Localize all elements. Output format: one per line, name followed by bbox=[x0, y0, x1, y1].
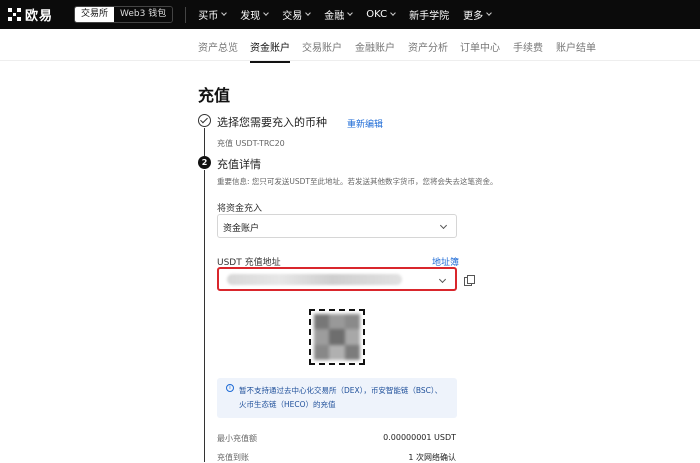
chevron-down-icon bbox=[263, 10, 270, 16]
top-navbar: 欧易 交易所 Web3 钱包 买币 发现 交易 金融 OKC 新手学院 更多 bbox=[0, 0, 700, 29]
logo-mark-icon bbox=[8, 8, 21, 21]
chevron-down-icon bbox=[347, 10, 354, 16]
product-switch: 交易所 Web3 钱包 bbox=[74, 6, 174, 23]
tab-account-statement[interactable]: 账户结单 bbox=[556, 39, 596, 54]
menu-more[interactable]: 更多 bbox=[463, 7, 492, 22]
menu-academy[interactable]: 新手学院 bbox=[409, 7, 449, 22]
deposit-address-select[interactable] bbox=[217, 267, 457, 291]
main-menu: 买币 发现 交易 金融 OKC 新手学院 更多 bbox=[198, 7, 505, 22]
tab-funding-account[interactable]: 资金账户 bbox=[250, 39, 290, 63]
deposit-notice: i 暂不支持通过去中心化交易所（DEX），币安智能链（BSC）、 火币生态链（H… bbox=[217, 378, 457, 418]
deposit-to-value: 资金账户 bbox=[223, 224, 260, 234]
okx-logo[interactable]: 欧易 bbox=[8, 5, 66, 24]
step2-title: 充值详情 bbox=[217, 158, 261, 171]
re-edit-link[interactable]: 重新编辑 bbox=[347, 117, 383, 130]
arrival-label: 充值到账 bbox=[217, 453, 249, 462]
page-title: 充值 bbox=[198, 86, 231, 105]
menu-label: 买币 bbox=[198, 11, 219, 22]
info-icon: i bbox=[226, 384, 234, 392]
menu-okc[interactable]: OKC bbox=[366, 9, 396, 20]
notice-line: 暂不支持通过去中心化交易所（DEX），币安智能链（BSC）、 bbox=[239, 386, 443, 395]
brand-name: 欧易 bbox=[25, 9, 54, 24]
chevron-down-icon bbox=[439, 221, 448, 230]
step1-title: 选择您需要充入的币种 bbox=[217, 116, 327, 129]
menu-finance[interactable]: 金融 bbox=[324, 7, 354, 22]
menu-label: 金融 bbox=[324, 11, 345, 22]
chevron-down-icon bbox=[221, 10, 228, 16]
blurred-address bbox=[227, 274, 402, 285]
deposit-to-select[interactable]: 资金账户 bbox=[217, 214, 457, 238]
deposit-to-label: 将资金充入 bbox=[217, 204, 263, 214]
menu-label: 发现 bbox=[240, 11, 261, 22]
chevron-down-icon bbox=[305, 10, 312, 16]
deposit-warning: 重要信息: 您只可发送USDT至此地址。若发送其他数字货币，您将会失去这笔资金。 bbox=[217, 177, 498, 186]
menu-discover[interactable]: 发现 bbox=[240, 7, 270, 22]
copy-icon[interactable] bbox=[464, 275, 475, 286]
asset-subnav: 资产总览 资金账户 交易账户 金融账户 资产分析 订单中心 手续费 账户结单 bbox=[0, 29, 700, 63]
nav-divider bbox=[185, 6, 187, 23]
tab-order-center[interactable]: 订单中心 bbox=[460, 39, 500, 54]
step1-summary: 充值 USDT-TRC20 bbox=[217, 139, 285, 148]
menu-buy-crypto[interactable]: 买币 bbox=[198, 7, 228, 22]
switch-exchange[interactable]: 交易所 bbox=[75, 7, 115, 22]
chevron-down-icon bbox=[390, 10, 396, 16]
menu-label: OKC bbox=[366, 9, 388, 20]
tab-fees[interactable]: 手续费 bbox=[513, 39, 543, 54]
tab-asset-overview[interactable]: 资产总览 bbox=[198, 39, 238, 54]
step-connector bbox=[204, 170, 205, 462]
chevron-down-icon bbox=[438, 275, 447, 284]
menu-trade[interactable]: 交易 bbox=[282, 7, 312, 22]
menu-label: 交易 bbox=[282, 11, 303, 22]
menu-label: 更多 bbox=[463, 11, 484, 22]
chevron-down-icon bbox=[486, 10, 492, 16]
min-deposit-label: 最小充值额 bbox=[217, 434, 257, 443]
tab-asset-analysis[interactable]: 资产分析 bbox=[408, 39, 448, 54]
step-connector bbox=[204, 128, 205, 156]
switch-web3-wallet[interactable]: Web3 钱包 bbox=[114, 7, 173, 22]
tab-trading-account[interactable]: 交易账户 bbox=[302, 39, 342, 54]
qr-code bbox=[309, 309, 365, 365]
blurred-qr-image bbox=[314, 314, 360, 360]
menu-label: 新手学院 bbox=[409, 11, 450, 22]
step-complete-check-icon bbox=[198, 114, 211, 127]
min-deposit-value: 0.00000001 USDT bbox=[383, 433, 456, 442]
notice-line: 火币生态链（HECO）的充值 bbox=[239, 400, 336, 409]
arrival-value: 1 次网络确认 bbox=[408, 453, 456, 462]
tab-finance-account[interactable]: 金融账户 bbox=[355, 39, 395, 54]
step2-number-badge: 2 bbox=[198, 156, 211, 169]
